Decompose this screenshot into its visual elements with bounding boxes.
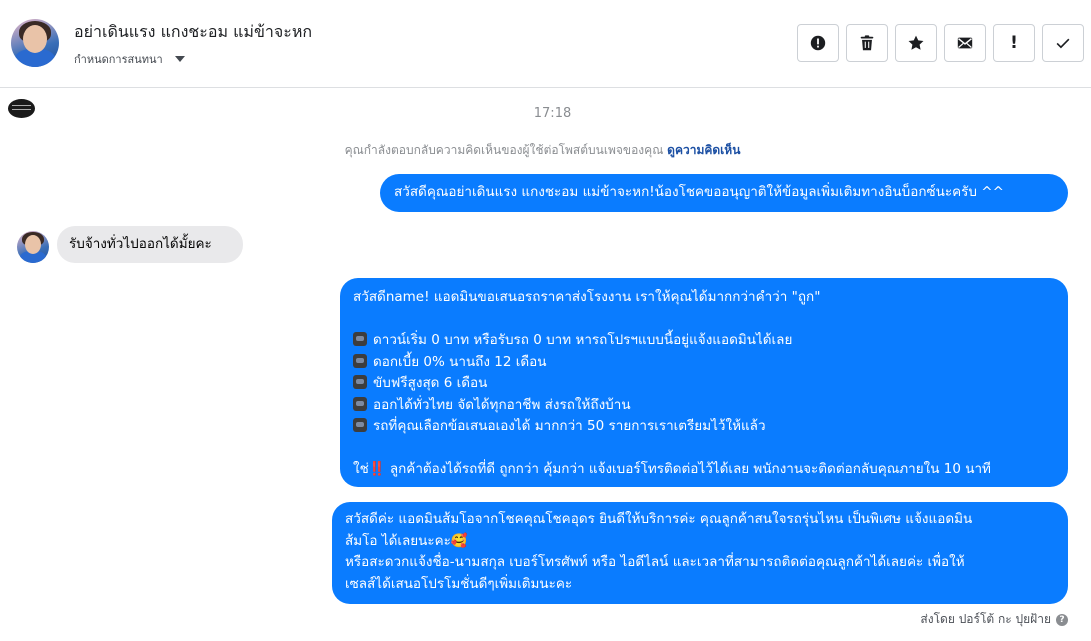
comment-reply-notice: คุณกำลังตอบกลับความคิดเห็นของผู้ใช้ต่อโพ… (0, 141, 1085, 160)
mark-unread-button[interactable] (944, 24, 986, 62)
bullet-text: ขับฟรีสูงสุด 6 เดือน (373, 375, 488, 391)
help-icon[interactable]: ? (1056, 613, 1068, 626)
message-text: ดอกเบี้ย 0% นานถึง 12 เดือน (353, 352, 1055, 374)
bullet-text: ดาวน์เริ่ม 0 บาท หรือรับรถ 0 บาท หารถโปร… (373, 332, 793, 348)
conversation-toolbar: ! (797, 24, 1084, 62)
assign-conversation-dropdown[interactable]: กำหนดการสนทนา (74, 49, 185, 69)
message-text: รับจ้างทั่วไปออกได้มั้ยคะ (69, 236, 212, 252)
message-text: สวัสดีname! แอดมินขอเสนอรถราคาส่งโรงงาน … (353, 289, 821, 305)
car-emoji-icon (353, 375, 367, 389)
follow-up-button[interactable]: ! (993, 24, 1035, 62)
conversation-header: อย่าเดินแรง แกงชะอม แม่ข้าจะหก กำหนดการส… (0, 0, 1091, 88)
bullet-text: ออกได้ทั่วไทย จัดได้ทุกอาชีพ ส่งรถให้ถึง… (373, 396, 631, 413)
envelope-icon (957, 37, 973, 49)
message-text: ดาวน์เริ่ม 0 บาท หรือรับรถ 0 บาท หารถโปร… (353, 330, 1055, 352)
message-text: หรือสะดวกแจ้งชื่อ-นามสกุล เบอร์โทรศัพท์ … (345, 554, 965, 570)
car-emoji-icon (353, 396, 367, 411)
trash-icon (860, 35, 874, 51)
car-emoji-icon (353, 353, 367, 368)
outgoing-message[interactable]: สวัสดีคุณอย่าเดินแรง แกงชะอม แม่ข้าจะหก!… (380, 174, 1068, 212)
notice-text: คุณกำลังตอบกลับความคิดเห็นของผู้ใช้ต่อโพ… (344, 143, 664, 157)
star-icon (908, 35, 924, 50)
outgoing-message[interactable]: สวัสดีname! แอดมินขอเสนอรถราคาส่งโรงงาน … (340, 278, 1068, 487)
sent-by-label: ส่งโดย ปอร์โต้ กะ ปุยฝ้าย ? (920, 610, 1068, 629)
message-text: สวัสดีคุณอย่าเดินแรง แกงชะอม แม่ข้าจะหก!… (394, 184, 1004, 200)
contact-avatar[interactable] (11, 19, 59, 67)
message-text: ออกได้ทั่วไทย จัดได้ทุกอาชีพ ส่งรถให้ถึง… (353, 395, 1055, 417)
car-emoji-icon (353, 332, 367, 346)
message-text: สวัสดีค่ะ แอดมินส้มโอจากโชคคุณโชคอุดร ยิ… (345, 511, 973, 527)
star-button[interactable] (895, 24, 937, 62)
incoming-message[interactable]: รับจ้างทั่วไปออกได้มั้ยคะ (57, 226, 243, 263)
message-text: เซลส์ได้เสนอโปรโมชั่นดีๆเพิ่มเติมนะคะ (345, 575, 573, 592)
message-timestamp: 17:18 (533, 106, 572, 121)
sent-by-text: ส่งโดย ปอร์โต้ กะ ปุยฝ้าย (920, 612, 1051, 626)
outgoing-message[interactable]: สวัสดีค่ะ แอดมินส้มโอจากโชคคุณโชคอุดร ยิ… (332, 502, 1068, 604)
assign-label: กำหนดการสนทนา (74, 53, 163, 66)
exclamation-icon: ! (1010, 33, 1018, 53)
view-comment-link[interactable]: ดูความคิดเห็น (667, 143, 740, 157)
bullet-text: ดอกเบี้ย 0% นานถึง 12 เดือน (373, 353, 547, 370)
bullet-text: รถที่คุณเลือกข้อเสนอเองได้ มากกว่า 50 รา… (373, 418, 766, 434)
message-text: ใช่‼️ ลูกค้าต้องได้รถที่ดี ถูกกว่า คุ้มก… (353, 461, 991, 477)
message-text: ขับฟรีสูงสุด 6 เดือน (353, 373, 1055, 395)
message-text: รถที่คุณเลือกข้อเสนอเองได้ มากกว่า 50 รา… (353, 416, 1055, 438)
done-button[interactable] (1042, 24, 1084, 62)
alert-circle-icon (810, 35, 826, 51)
delete-button[interactable] (846, 24, 888, 62)
message-text: ส้มโอ ได้เลยนะคะ🥰 (345, 532, 468, 549)
contact-name[interactable]: อย่าเดินแรง แกงชะอม แม่ข้าจะหก (74, 20, 312, 45)
caret-down-icon (174, 56, 185, 62)
spam-button[interactable] (797, 24, 839, 62)
car-emoji-icon (353, 418, 367, 432)
check-icon (1056, 38, 1070, 49)
contact-avatar-small (17, 231, 49, 263)
